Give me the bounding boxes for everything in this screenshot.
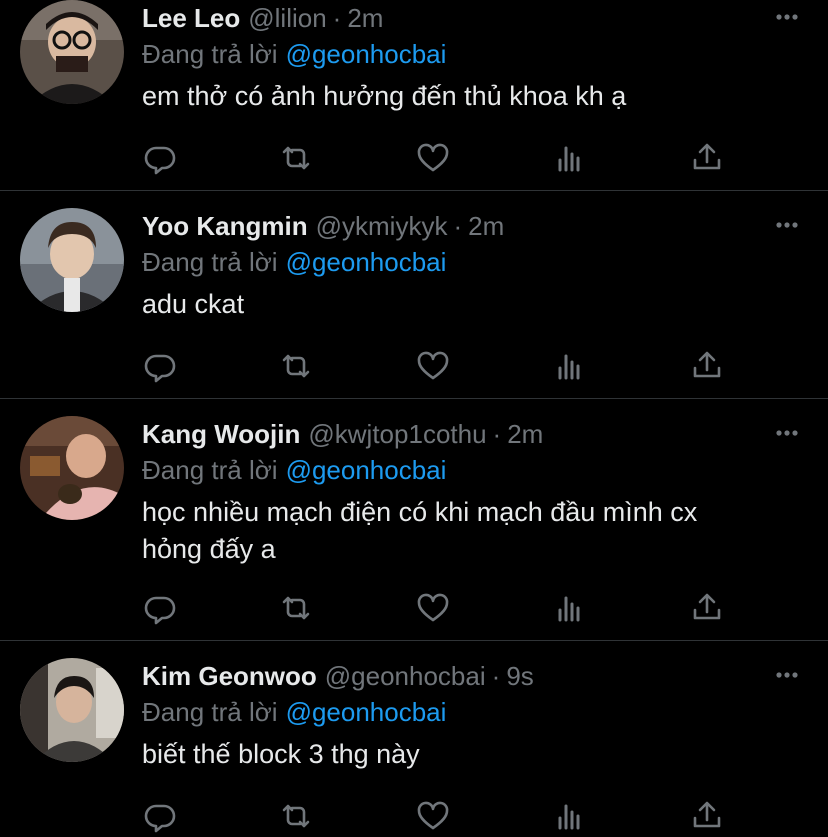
like-icon[interactable] [415, 140, 451, 176]
reply-icon[interactable] [142, 348, 178, 384]
like-icon[interactable] [415, 798, 451, 834]
timestamp[interactable]: 2m [507, 416, 543, 452]
avatar[interactable] [20, 208, 124, 312]
share-icon[interactable] [689, 140, 725, 176]
reply-to-handle[interactable]: @geonhocbai [286, 247, 447, 277]
retweet-icon[interactable] [278, 140, 314, 176]
display-name[interactable]: Kim Geonwoo [142, 658, 317, 694]
separator: · [332, 3, 342, 33]
user-handle[interactable]: @lilion [248, 0, 326, 36]
reply-prefix: Đang trả lời [142, 455, 278, 485]
reply-prefix: Đang trả lời [142, 247, 278, 277]
tweet-header: Kim Geonwoo @geonhocbai · 9s [142, 658, 534, 694]
timestamp[interactable]: 9s [506, 658, 533, 694]
analytics-icon[interactable] [552, 140, 588, 176]
timestamp[interactable]: 2m [468, 208, 504, 244]
separator: · [453, 211, 463, 241]
retweet-icon[interactable] [278, 590, 314, 626]
reply-icon[interactable] [142, 140, 178, 176]
analytics-icon[interactable] [552, 348, 588, 384]
timestamp[interactable]: 2m [347, 0, 383, 36]
tweet-header: Lee Leo @lilion · 2m [142, 0, 383, 36]
display-name[interactable]: Kang Woojin [142, 416, 300, 452]
share-icon[interactable] [689, 348, 725, 384]
more-options-icon[interactable] [772, 662, 802, 688]
retweet-icon[interactable] [278, 798, 314, 834]
share-icon[interactable] [689, 798, 725, 834]
separator: · [492, 419, 502, 449]
reply-icon[interactable] [142, 590, 178, 626]
reply-feed: Lee Leo @lilion · 2m Đang trả lời @geonho… [0, 0, 828, 837]
like-icon[interactable] [415, 590, 451, 626]
user-handle[interactable]: @geonhocbai [325, 658, 486, 694]
user-handle[interactable]: @kwjtop1cothu [308, 416, 486, 452]
tweet-header: Yoo Kangmin @ykmiykyk · 2m [142, 208, 504, 244]
tweet-text: học nhiều mạch điện có khi mạch đầu mình… [142, 497, 698, 564]
action-bar [142, 348, 742, 384]
reply-context: Đang trả lời @geonhocbai [142, 36, 446, 72]
more-options-icon[interactable] [772, 4, 802, 30]
reply-to-handle[interactable]: @geonhocbai [286, 697, 447, 727]
more-options-icon[interactable] [772, 212, 802, 238]
tweet-header: Kang Woojin @kwjtop1cothu · 2m [142, 416, 543, 452]
reply-icon[interactable] [142, 798, 178, 834]
action-bar [142, 798, 742, 834]
like-icon[interactable] [415, 348, 451, 384]
display-name[interactable]: Yoo Kangmin [142, 208, 308, 244]
avatar[interactable] [20, 658, 124, 762]
more-options-icon[interactable] [772, 420, 802, 446]
divider [0, 190, 828, 191]
share-icon[interactable] [689, 590, 725, 626]
action-bar [142, 590, 742, 626]
tweet-text: biết thế block 3 thg này [142, 739, 420, 769]
display-name[interactable]: Lee Leo [142, 0, 240, 36]
reply-prefix: Đang trả lời [142, 39, 278, 69]
reply-prefix: Đang trả lời [142, 697, 278, 727]
reply-context: Đang trả lời @geonhocbai [142, 452, 446, 488]
action-bar [142, 140, 742, 176]
separator: · [491, 661, 501, 691]
tweet-text: adu ckat [142, 289, 245, 319]
reply-to-handle[interactable]: @geonhocbai [286, 455, 447, 485]
reply-to-handle[interactable]: @geonhocbai [286, 39, 447, 69]
avatar[interactable] [20, 416, 124, 520]
divider [0, 398, 828, 399]
divider [0, 640, 828, 641]
analytics-icon[interactable] [552, 798, 588, 834]
analytics-icon[interactable] [552, 590, 588, 626]
retweet-icon[interactable] [278, 348, 314, 384]
reply-context: Đang trả lời @geonhocbai [142, 694, 446, 730]
user-handle[interactable]: @ykmiykyk [316, 208, 448, 244]
reply-context: Đang trả lời @geonhocbai [142, 244, 446, 280]
tweet-text: em thở có ảnh hưởng đến thủ khoa kh ạ [142, 81, 627, 111]
avatar[interactable] [20, 0, 124, 104]
